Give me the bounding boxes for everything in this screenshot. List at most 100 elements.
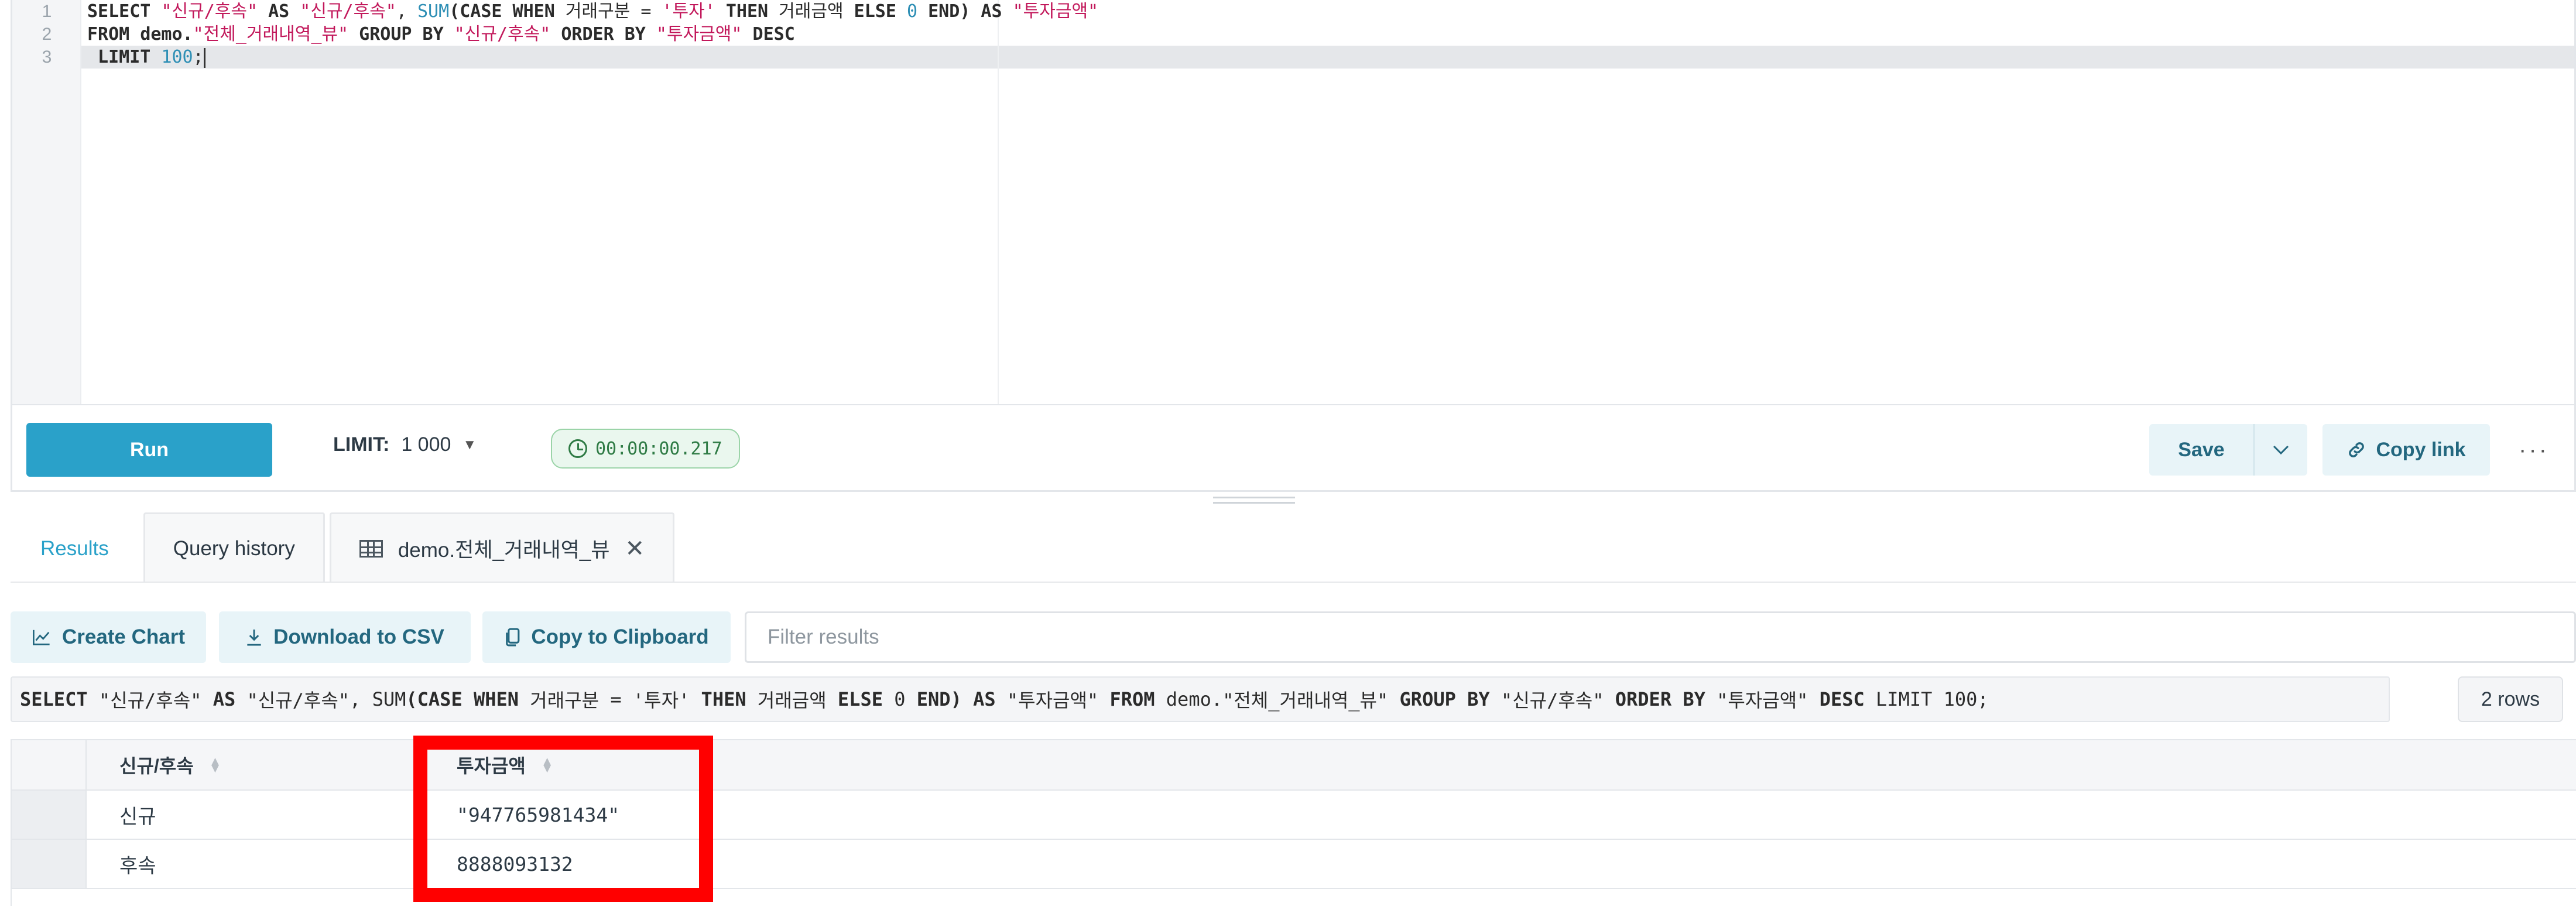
sql-token: THEN [690, 688, 758, 710]
code-token: "전체_거래내역_뷰" [193, 24, 349, 45]
copy-to-clipboard-label: Copy to Clipboard [531, 625, 709, 648]
tab-label: Query history [173, 536, 295, 560]
editor-ruler [998, 0, 999, 404]
run-button[interactable]: Run [26, 423, 272, 477]
code-line-1[interactable]: SELECT "신규/후속" AS "신규/후속", SUM(CASE WHEN… [87, 0, 1098, 23]
line-number: 2 [42, 25, 52, 44]
code-token: SELECT [87, 1, 162, 22]
link-icon [2349, 442, 2365, 457]
caret-down-icon: ▼ [463, 436, 477, 453]
code-token: ; [193, 47, 204, 67]
line-chart-icon [32, 630, 50, 645]
code-token: 거래구분 [565, 1, 631, 22]
sql-token: '투자' [632, 689, 690, 712]
sql-token: END) AS [905, 688, 1007, 710]
create-chart-button[interactable]: Create Chart [11, 611, 206, 663]
code-token: SUM [417, 1, 450, 22]
editor-toolbar: Run LIMIT: 1 000 ▼ 00:00:00.217 Save Cop… [11, 404, 2576, 492]
sql-token: ELSE [826, 688, 895, 710]
limit-selector[interactable]: LIMIT: 1 000 ▼ [333, 433, 477, 456]
table-cell[interactable]: "947765981434" [424, 791, 2576, 839]
table-cell[interactable]: 후속 [87, 840, 424, 888]
sql-editor[interactable]: 1 2 3 SELECT "신규/후속" AS "신규/후속", SUM(CAS… [11, 0, 2576, 404]
sql-token: , [350, 688, 372, 710]
sql-token: GROUP BY [1388, 688, 1501, 710]
column-header-label: 신규/후속 [119, 755, 194, 777]
save-dropdown-button[interactable] [2255, 424, 2307, 476]
tab-label: Results [40, 536, 109, 560]
copy-link-button[interactable]: Copy link [2322, 424, 2490, 476]
code-token: (CASE WHEN [449, 1, 566, 22]
code-token: 거래금액 [779, 1, 844, 22]
code-line-2[interactable]: FROM demo."전체_거래내역_뷰" GROUP BY "신규/후속" O… [87, 23, 795, 46]
table-icon [359, 539, 383, 558]
code-token: '투자' [662, 1, 715, 22]
sql-token: "전체_거래내역_뷰" [1222, 689, 1389, 712]
code-token: END) AS [917, 1, 1013, 22]
code-token: "신규/후속" [300, 1, 396, 22]
code-token: "신규/후속" [454, 24, 551, 45]
save-button[interactable]: Save [2149, 424, 2255, 476]
code-token: demo. [140, 24, 193, 45]
sql-token: (CASE WHEN [406, 688, 530, 710]
code-token: "투자금액" [656, 24, 742, 45]
download-csv-label: Download to CSV [273, 625, 444, 648]
tab-table-preview[interactable]: demo.전체_거래내역_뷰 ✕ [329, 512, 674, 583]
panel-resize-handle[interactable] [1213, 497, 1295, 505]
code-token: FROM [87, 24, 141, 45]
query-duration: 00:00:00.217 [595, 438, 722, 459]
clock-icon [568, 439, 587, 458]
limit-label: LIMIT: [333, 433, 390, 456]
active-line-highlight [12, 46, 2574, 69]
code-token: = [630, 1, 662, 22]
table-cell[interactable]: 신규 [87, 791, 424, 839]
sql-token: 0 [894, 688, 906, 710]
close-icon[interactable]: ✕ [625, 535, 645, 562]
sql-token: "신규/후속" [246, 689, 350, 712]
sql-token: "신규/후속" [1501, 689, 1604, 712]
more-options-icon[interactable]: ··· [2508, 429, 2560, 471]
sql-token: AS [201, 688, 247, 710]
tab-results[interactable]: Results [11, 512, 139, 583]
sql-token: ORDER BY [1604, 688, 1717, 710]
line-number: 3 [42, 47, 52, 67]
code-token: 0 [906, 1, 918, 22]
sort-icon[interactable]: ▲ ▼ [209, 755, 222, 775]
query-timer-badge: 00:00:00.217 [551, 429, 740, 469]
code-token: THEN [715, 1, 779, 22]
row-index-cell[interactable] [12, 840, 87, 888]
sql-token: 거래금액 [757, 689, 827, 712]
red-highlight-box [413, 736, 713, 902]
row-index-cell[interactable] [12, 791, 87, 839]
sql-token: SUM [372, 688, 406, 710]
table-row[interactable]: 신규 "947765981434" [12, 791, 2576, 840]
tab-divider [11, 582, 2576, 583]
table-row[interactable]: 후속 8888093132 [12, 840, 2576, 889]
sql-token: . [1211, 688, 1223, 710]
table-cell[interactable]: 8888093132 [424, 840, 2576, 888]
code-line-3[interactable]: LIMIT 100; [87, 46, 205, 69]
tab-label: demo.전체_거래내역_뷰 [398, 539, 610, 562]
copy-to-clipboard-button[interactable]: Copy to Clipboard [482, 611, 731, 663]
code-token: LIMIT [87, 47, 162, 67]
table-header-row: 신규/후속 ▲ ▼ 투자금액 ▲ ▼ [12, 739, 2576, 791]
sql-token: = [599, 688, 633, 710]
sql-token: DESC [1808, 688, 1876, 710]
sql-token: demo [1166, 688, 1211, 710]
column-header[interactable]: 투자금액 ▲ ▼ [424, 740, 2576, 789]
filter-results-input[interactable] [745, 611, 2576, 663]
column-header[interactable]: 신규/후속 ▲ ▼ [87, 740, 424, 789]
code-token: ELSE [843, 1, 907, 22]
copy-link-label: Copy link [2376, 438, 2466, 461]
sql-token: LIMIT [1876, 688, 1944, 710]
sql-token: 거래구분 [530, 689, 600, 712]
code-token: , [396, 1, 417, 22]
sql-token: ; [1977, 688, 1989, 710]
tab-query-history[interactable]: Query history [143, 512, 325, 583]
code-token: AS [258, 1, 300, 22]
code-token: 100 [161, 47, 193, 67]
save-button-group: Save [2149, 424, 2307, 476]
download-csv-button[interactable]: Download to CSV [219, 611, 471, 663]
code-token: "투자금액" [1012, 1, 1099, 22]
row-index-header [12, 740, 87, 789]
